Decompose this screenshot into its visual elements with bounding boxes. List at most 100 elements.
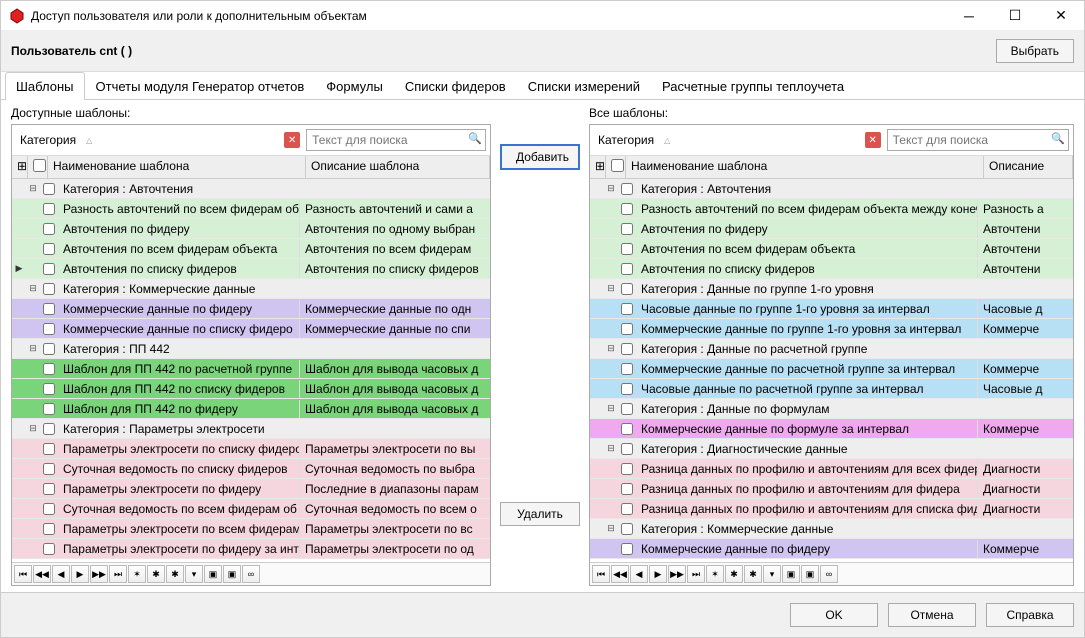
ok-button[interactable]: OK <box>790 603 878 627</box>
category-row[interactable]: ⊟Категория : Данные по расчетной группе <box>590 339 1073 359</box>
nav-button-8[interactable]: ✱ <box>744 565 762 583</box>
left-search-input[interactable] <box>306 129 486 151</box>
category-row[interactable]: ⊟Категория : ПП 442 <box>12 339 490 359</box>
nav-button-0[interactable]: ⏮ <box>14 565 32 583</box>
collapse-icon[interactable]: ⊟ <box>26 423 40 434</box>
nav-button-6[interactable]: ✶ <box>706 565 724 583</box>
row-checkbox[interactable] <box>40 203 58 215</box>
tab-measurement-lists[interactable]: Списки измерений <box>517 72 651 100</box>
col-desc-header[interactable]: Описание шаблона <box>306 156 490 178</box>
category-row[interactable]: ⊟Категория : Данные по группе 1-го уровн… <box>590 279 1073 299</box>
template-row[interactable]: Параметры электросети по списку фидероПа… <box>12 439 490 459</box>
template-row[interactable]: Шаблон для ПП 442 по расчетной группеШаб… <box>12 359 490 379</box>
search-icon[interactable]: 🔍 <box>1051 132 1065 146</box>
nav-button-2[interactable]: ◀ <box>630 565 648 583</box>
row-checkbox[interactable] <box>40 483 58 495</box>
row-checkbox[interactable] <box>40 363 58 375</box>
left-grid[interactable]: ⊞ Наименование шаблона Описание шаблона … <box>12 156 490 562</box>
nav-button-7[interactable]: ✱ <box>147 565 165 583</box>
template-row[interactable]: Часовые данные по группе 1-го уровня за … <box>590 299 1073 319</box>
nav-button-9[interactable]: ▾ <box>763 565 781 583</box>
template-row[interactable]: Параметры электросети по всем фидерамПар… <box>12 519 490 539</box>
template-row[interactable]: Суточная ведомость по списку фидеровСуто… <box>12 459 490 479</box>
category-checkbox[interactable] <box>618 403 636 415</box>
cancel-button[interactable]: Отмена <box>888 603 976 627</box>
nav-button-3[interactable]: ▶ <box>71 565 89 583</box>
nav-button-0[interactable]: ⏮ <box>592 565 610 583</box>
row-checkbox[interactable] <box>618 423 636 435</box>
tab-templates[interactable]: Шаблоны <box>5 72 85 100</box>
template-row[interactable]: Разница данных по профилю и авточтениям … <box>590 459 1073 479</box>
row-checkbox[interactable] <box>40 223 58 235</box>
row-checkbox[interactable] <box>40 303 58 315</box>
nav-button-12[interactable]: ∞ <box>820 565 838 583</box>
maximize-button[interactable]: ☐ <box>992 1 1038 31</box>
collapse-icon[interactable]: ⊟ <box>26 283 40 294</box>
template-row[interactable]: Авточтения по всем фидерам объектаАвточт… <box>590 239 1073 259</box>
row-checkbox[interactable] <box>40 263 58 275</box>
template-row[interactable]: Часовые данные по расчетной группе за ин… <box>590 379 1073 399</box>
collapse-icon[interactable]: ⊟ <box>604 403 618 414</box>
row-checkbox[interactable] <box>40 463 58 475</box>
category-checkbox[interactable] <box>40 423 58 435</box>
nav-button-5[interactable]: ⏭ <box>109 565 127 583</box>
row-checkbox[interactable] <box>618 503 636 515</box>
clear-filter-button[interactable]: ✕ <box>284 132 300 148</box>
tab-heat-groups[interactable]: Расчетные группы теплоучета <box>651 72 855 100</box>
row-checkbox[interactable] <box>40 523 58 535</box>
nav-button-1[interactable]: ◀◀ <box>33 565 51 583</box>
row-checkbox[interactable] <box>618 323 636 335</box>
template-row[interactable]: Коммерческие данные по списку фидероКомм… <box>12 319 490 339</box>
collapse-icon[interactable]: ⊟ <box>26 343 40 354</box>
nav-button-4[interactable]: ▶▶ <box>90 565 108 583</box>
collapse-icon[interactable]: ⊟ <box>604 343 618 354</box>
row-checkbox[interactable] <box>618 463 636 475</box>
search-icon[interactable]: 🔍 <box>468 132 482 146</box>
template-row[interactable]: Суточная ведомость по всем фидерам обСут… <box>12 499 490 519</box>
nav-button-12[interactable]: ∞ <box>242 565 260 583</box>
template-row[interactable]: Шаблон для ПП 442 по фидеруШаблон для вы… <box>12 399 490 419</box>
row-checkbox[interactable] <box>40 323 58 335</box>
template-row[interactable]: Разница данных по профилю и авточтениям … <box>590 499 1073 519</box>
template-row[interactable]: Шаблон для ПП 442 по списку фидеровШабло… <box>12 379 490 399</box>
check-all-header[interactable] <box>28 156 48 178</box>
collapse-icon[interactable]: ⊟ <box>604 443 618 454</box>
nav-button-8[interactable]: ✱ <box>166 565 184 583</box>
template-row[interactable]: Авточтения по всем фидерам объектаАвточт… <box>12 239 490 259</box>
template-row[interactable]: Коммерческие данные по расчетной группе … <box>590 359 1073 379</box>
template-row[interactable]: ▶Авточтения по списку фидеровАвточтения … <box>12 259 490 279</box>
tab-formulas[interactable]: Формулы <box>315 72 394 100</box>
expand-all-header[interactable]: ⊞ <box>590 156 606 178</box>
row-checkbox[interactable] <box>618 383 636 395</box>
nav-button-10[interactable]: ▣ <box>782 565 800 583</box>
category-checkbox[interactable] <box>618 283 636 295</box>
row-checkbox[interactable] <box>618 303 636 315</box>
nav-button-11[interactable]: ▣ <box>801 565 819 583</box>
category-row[interactable]: ⊟Категория : Авточтения <box>12 179 490 199</box>
category-row[interactable]: ⊟Категория : Коммерческие данные <box>590 519 1073 539</box>
right-grid[interactable]: ⊞ Наименование шаблона Описание ⊟Категор… <box>590 156 1073 562</box>
category-checkbox[interactable] <box>40 183 58 195</box>
template-row[interactable]: Коммерческие данные по фидеруКоммерчески… <box>12 299 490 319</box>
minimize-button[interactable]: ─ <box>946 1 992 31</box>
category-checkbox[interactable] <box>40 283 58 295</box>
right-search-input[interactable] <box>887 129 1069 151</box>
select-user-button[interactable]: Выбрать <box>996 39 1074 63</box>
category-row[interactable]: ⊟Категория : Данные по формулам <box>590 399 1073 419</box>
row-checkbox[interactable] <box>618 203 636 215</box>
category-checkbox[interactable] <box>40 343 58 355</box>
category-checkbox[interactable] <box>618 343 636 355</box>
category-checkbox[interactable] <box>618 443 636 455</box>
row-checkbox[interactable] <box>618 243 636 255</box>
template-row[interactable]: Параметры электросети по фидеруПоследние… <box>12 479 490 499</box>
template-row[interactable]: Разность авточтений по всем фидерам обРа… <box>12 199 490 219</box>
tab-reports[interactable]: Отчеты модуля Генератор отчетов <box>85 72 316 100</box>
nav-button-2[interactable]: ◀ <box>52 565 70 583</box>
row-checkbox[interactable] <box>618 543 636 555</box>
template-row[interactable]: Авточтения по списку фидеровАвточтени <box>590 259 1073 279</box>
category-checkbox[interactable] <box>618 183 636 195</box>
category-row[interactable]: ⊟Категория : Авточтения <box>590 179 1073 199</box>
help-button[interactable]: Справка <box>986 603 1074 627</box>
template-row[interactable]: Авточтения по фидеруАвточтени <box>590 219 1073 239</box>
nav-button-7[interactable]: ✱ <box>725 565 743 583</box>
